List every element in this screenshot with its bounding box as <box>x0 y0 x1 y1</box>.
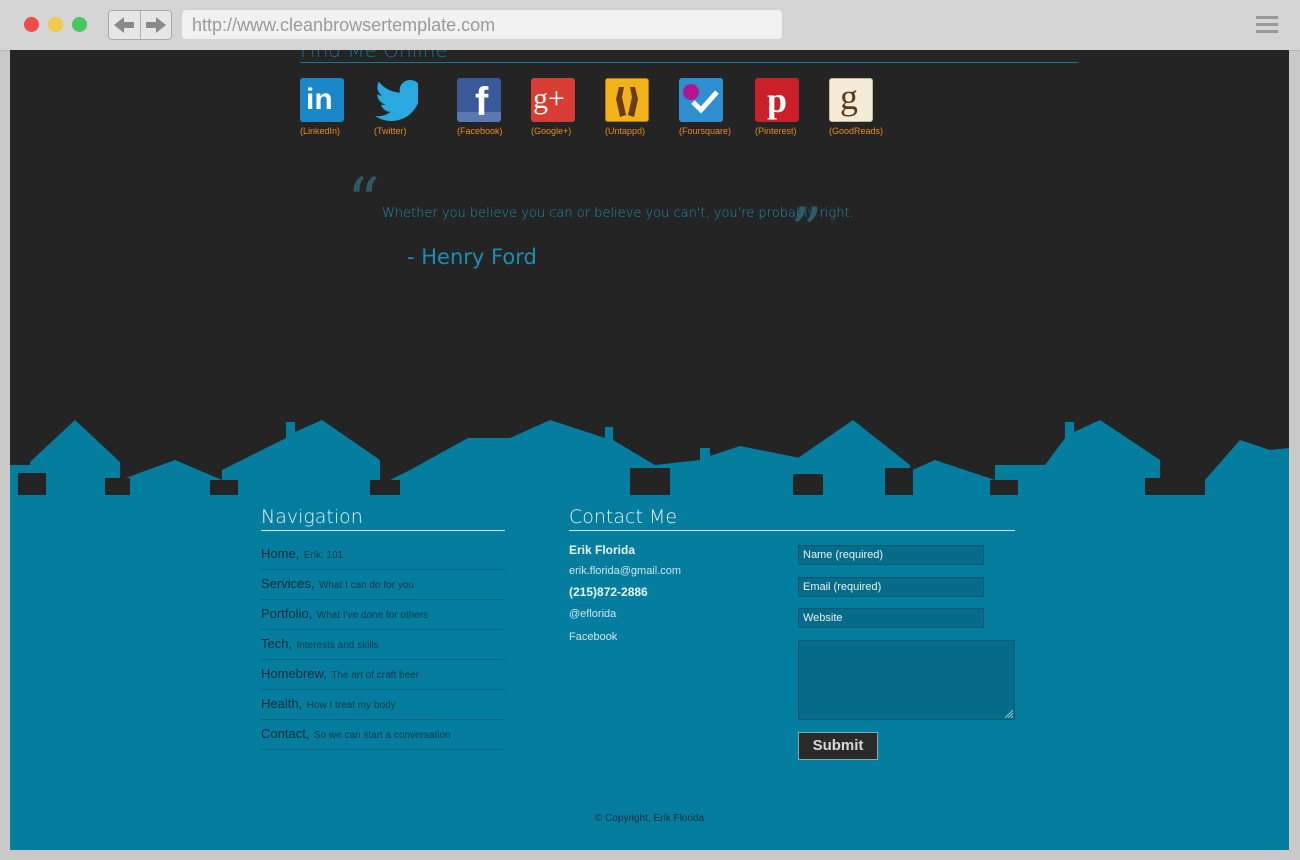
submit-button[interactable]: Submit <box>798 732 878 760</box>
nav-item-label: Homebrew, <box>261 666 327 681</box>
quote-text: Whether you believe you can or believe y… <box>382 206 854 221</box>
foursquare-icon <box>679 78 723 122</box>
social-linkedin[interactable]: in (LinkedIn) <box>300 78 360 136</box>
social-google-plus[interactable]: g+ (Google+) <box>531 78 591 136</box>
nav-item-description: So we can start a conversation <box>313 730 451 741</box>
social-caption: (Foursquare) <box>679 126 732 136</box>
nav-item-home[interactable]: Home, Erik: 101 <box>261 540 505 570</box>
contact-title: Contact Me <box>569 506 678 528</box>
social-caption: (Untappd) <box>605 126 646 136</box>
social-pinterest[interactable]: p (Pinterest) <box>755 78 815 136</box>
name-field[interactable]: Name (required) <box>798 545 984 565</box>
google-plus-icon: g+ <box>531 78 575 122</box>
quote-author: - Henry Ford <box>407 245 537 269</box>
nav-item-tech[interactable]: Tech, Interests and skills <box>261 630 505 660</box>
browser-toolbar: http://www.cleanbrowsertemplate.com <box>0 0 1300 51</box>
footer-navigation: Home, Erik: 101 Services, What I can do … <box>261 540 505 750</box>
social-caption: (Facebook) <box>457 126 503 136</box>
close-quote-icon: ” <box>790 195 823 269</box>
find-me-divider <box>300 62 1078 63</box>
navigation-title: Navigation <box>261 506 363 528</box>
message-textarea[interactable] <box>798 640 1015 720</box>
nav-item-label: Contact, <box>261 726 310 741</box>
website-field[interactable]: Website <box>798 608 984 628</box>
browser-window: http://www.cleanbrowsertemplate.com Find… <box>0 0 1300 860</box>
social-untappd[interactable]: (Untappd) <box>605 78 665 136</box>
goodreads-icon: g <box>829 78 873 122</box>
history-buttons <box>108 10 172 40</box>
forward-arrow-icon <box>145 17 166 33</box>
contact-twitter-handle[interactable]: @eflorida <box>569 608 616 620</box>
resize-handle-icon[interactable] <box>1005 710 1013 718</box>
nav-item-label: Services, <box>261 576 315 591</box>
find-me-title: Find Me Online <box>300 50 448 62</box>
facebook-icon: f <box>457 78 501 122</box>
back-arrow-icon <box>114 17 135 33</box>
navigation-divider <box>261 530 505 531</box>
nav-item-description: What I've done for others <box>316 610 429 621</box>
pinterest-icon: p <box>755 78 799 122</box>
social-facebook[interactable]: f (Facebook) <box>457 78 517 136</box>
nav-item-description: What I can do for you <box>318 580 414 591</box>
social-goodreads[interactable]: g (GoodReads) <box>829 78 889 136</box>
social-caption: (Twitter) <box>374 126 407 136</box>
nav-item-description: Interests and skills <box>296 640 379 651</box>
copyright-text: © Copyright, Erik Florida <box>594 813 705 824</box>
back-button[interactable] <box>109 11 141 39</box>
close-window-button[interactable] <box>24 17 39 32</box>
site-footer: Navigation Home, Erik: 101 Services, Wha… <box>10 495 1289 850</box>
hamburger-menu-icon[interactable] <box>1256 16 1278 34</box>
nav-item-health[interactable]: Health, How I treat my body <box>261 690 505 720</box>
page-viewport: Find Me Online in (LinkedIn) (Twitter) f <box>10 50 1289 850</box>
social-foursquare[interactable]: (Foursquare) <box>679 78 739 136</box>
contact-name: Erik Florida <box>569 543 636 557</box>
social-caption: (GoodReads) <box>829 126 884 136</box>
twitter-icon <box>374 78 418 122</box>
social-caption: (Pinterest) <box>755 126 797 136</box>
nav-item-contact[interactable]: Contact, So we can start a conversation <box>261 720 505 750</box>
nav-item-description: The art of craft beer <box>331 670 420 681</box>
social-caption: (Google+) <box>531 126 572 136</box>
open-quote-icon: “ <box>347 165 380 239</box>
contact-email[interactable]: erik.florida@gmail.com <box>569 565 681 577</box>
contact-facebook-link[interactable]: Facebook <box>569 631 617 643</box>
forward-button[interactable] <box>141 11 172 39</box>
nav-item-label: Health, <box>261 696 303 711</box>
nav-item-portfolio[interactable]: Portfolio, What I've done for others <box>261 600 505 630</box>
email-field[interactable]: Email (required) <box>798 577 984 597</box>
social-twitter[interactable]: (Twitter) <box>374 78 434 136</box>
maximize-window-button[interactable] <box>72 17 87 32</box>
contact-phone: (215)872-2886 <box>569 585 648 599</box>
nav-item-label: Portfolio, <box>261 606 313 621</box>
address-bar[interactable]: http://www.cleanbrowsertemplate.com <box>182 10 782 39</box>
nav-item-description: How I treat my body <box>306 700 396 711</box>
nav-item-label: Home, <box>261 546 300 561</box>
contact-divider <box>569 530 1015 531</box>
untappd-icon <box>605 78 649 122</box>
nav-item-services[interactable]: Services, What I can do for you <box>261 570 505 600</box>
minimize-window-button[interactable] <box>48 17 63 32</box>
nav-item-description: Erik: 101 <box>303 550 344 561</box>
nav-item-label: Tech, <box>261 636 293 651</box>
linkedin-icon: in <box>300 78 344 122</box>
social-caption: (LinkedIn) <box>300 126 341 136</box>
nav-item-homebrew[interactable]: Homebrew, The art of craft beer <box>261 660 505 690</box>
